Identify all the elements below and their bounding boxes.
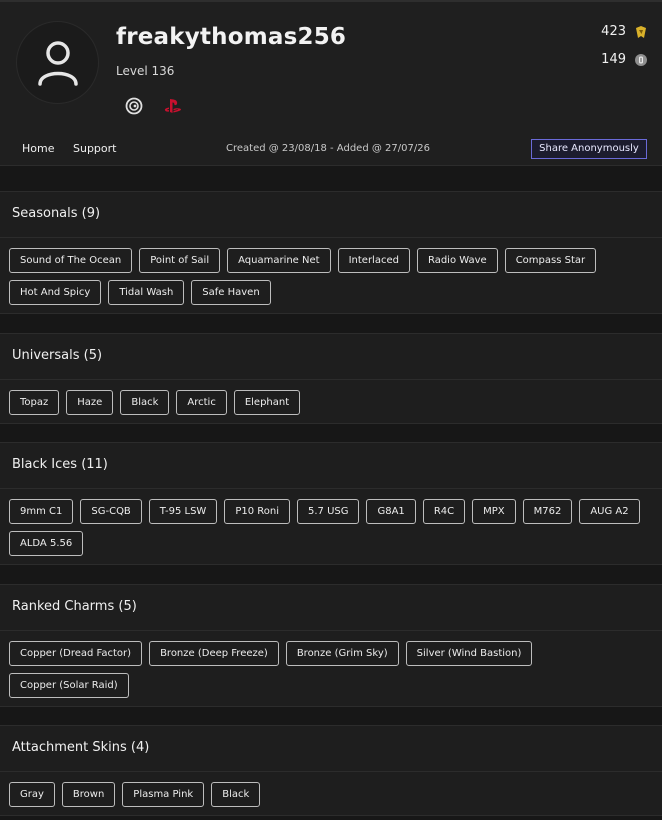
chip[interactable]: SG-CQB bbox=[80, 499, 142, 524]
chip[interactable]: P10 Roni bbox=[224, 499, 290, 524]
section-ranked-charms: Ranked Charms (5) Copper (Dread Factor) … bbox=[0, 584, 662, 707]
section-black-ices: Black Ices (11) 9mm C1 SG-CQB T-95 LSW P… bbox=[0, 442, 662, 565]
share-anonymously-button[interactable]: Share Anonymously bbox=[531, 139, 647, 159]
chip[interactable]: Plasma Pink bbox=[122, 782, 205, 807]
chip[interactable]: Safe Haven bbox=[191, 280, 271, 305]
section-attachment-skins: Attachment Skins (4) Gray Brown Plasma P… bbox=[0, 725, 662, 816]
chip[interactable]: ALDA 5.56 bbox=[9, 531, 84, 556]
chip-list: Gray Brown Plasma Pink Black bbox=[0, 772, 662, 815]
chip-list: Sound of The Ocean Point of Sail Aquamar… bbox=[0, 238, 662, 313]
playstation-icon[interactable] bbox=[164, 97, 182, 115]
chip[interactable]: Sound of The Ocean bbox=[9, 248, 133, 273]
chip-list: Topaz Haze Black Arctic Elephant bbox=[0, 380, 662, 423]
chip[interactable]: Arctic bbox=[176, 390, 227, 415]
chip[interactable]: Brown bbox=[61, 782, 116, 807]
chip[interactable]: Radio Wave bbox=[416, 248, 498, 273]
chip[interactable]: Elephant bbox=[233, 390, 301, 415]
chip[interactable]: 5.7 USG bbox=[296, 499, 360, 524]
chip[interactable]: AUG A2 bbox=[579, 499, 640, 524]
user-placeholder-icon bbox=[38, 41, 78, 86]
player-level: Level 136 bbox=[116, 64, 175, 78]
chip[interactable]: Compass Star bbox=[504, 248, 597, 273]
chip[interactable]: Gray bbox=[9, 782, 55, 807]
ubisoft-icon[interactable] bbox=[125, 97, 143, 115]
chip[interactable]: Hot And Spicy bbox=[9, 280, 102, 305]
chip[interactable]: Topaz bbox=[9, 390, 60, 415]
section-universals: Universals (5) Topaz Haze Black Arctic E… bbox=[0, 333, 662, 424]
section-seasonals: Seasonals (9) Sound of The Ocean Point o… bbox=[0, 191, 662, 314]
stat-renown-value: 423 bbox=[601, 24, 626, 39]
chip-list: Copper (Dread Factor) Bronze (Deep Freez… bbox=[0, 631, 662, 706]
chip[interactable]: Silver (Wind Bastion) bbox=[405, 641, 533, 666]
chip[interactable]: G8A1 bbox=[366, 499, 416, 524]
stat-credits: 149 bbox=[601, 52, 648, 67]
chip[interactable]: T-95 LSW bbox=[148, 499, 218, 524]
credits-icon bbox=[634, 53, 648, 67]
chip[interactable]: Point of Sail bbox=[139, 248, 221, 273]
section-title: Black Ices (11) bbox=[0, 443, 662, 489]
chip[interactable]: 9mm C1 bbox=[9, 499, 74, 524]
section-title: Universals (5) bbox=[0, 334, 662, 380]
section-title: Seasonals (9) bbox=[0, 192, 662, 238]
chip[interactable]: MPX bbox=[472, 499, 516, 524]
created-added-dates: Created @ 23/08/18 - Added @ 27/07/26 bbox=[226, 143, 430, 154]
chip[interactable]: Bronze (Grim Sky) bbox=[285, 641, 399, 666]
chip[interactable]: Copper (Solar Raid) bbox=[9, 673, 129, 698]
chip[interactable]: Copper (Dread Factor) bbox=[9, 641, 143, 666]
username: freakythomas256 bbox=[116, 24, 347, 50]
avatar bbox=[16, 21, 99, 104]
chip[interactable]: Bronze (Deep Freeze) bbox=[149, 641, 279, 666]
chip[interactable]: R4C bbox=[422, 499, 466, 524]
chip[interactable]: Haze bbox=[66, 390, 114, 415]
chip[interactable]: Tidal Wash bbox=[108, 280, 185, 305]
stat-credits-value: 149 bbox=[601, 52, 626, 67]
chip[interactable]: M762 bbox=[522, 499, 573, 524]
section-title: Attachment Skins (4) bbox=[0, 726, 662, 772]
chip[interactable]: Interlaced bbox=[337, 248, 410, 273]
stat-renown: 423 bbox=[601, 24, 648, 39]
section-title: Ranked Charms (5) bbox=[0, 585, 662, 631]
chip-list: 9mm C1 SG-CQB T-95 LSW P10 Roni 5.7 USG … bbox=[0, 489, 662, 564]
nav-support-link[interactable]: Support bbox=[73, 142, 116, 155]
profile-header: freakythomas256 Level 136 423 149 Home S… bbox=[0, 0, 662, 166]
chip[interactable]: Black bbox=[211, 782, 261, 807]
renown-icon bbox=[634, 25, 648, 39]
chip[interactable]: Aquamarine Net bbox=[227, 248, 331, 273]
chip[interactable]: Black bbox=[120, 390, 170, 415]
nav-home-link[interactable]: Home bbox=[22, 142, 54, 155]
